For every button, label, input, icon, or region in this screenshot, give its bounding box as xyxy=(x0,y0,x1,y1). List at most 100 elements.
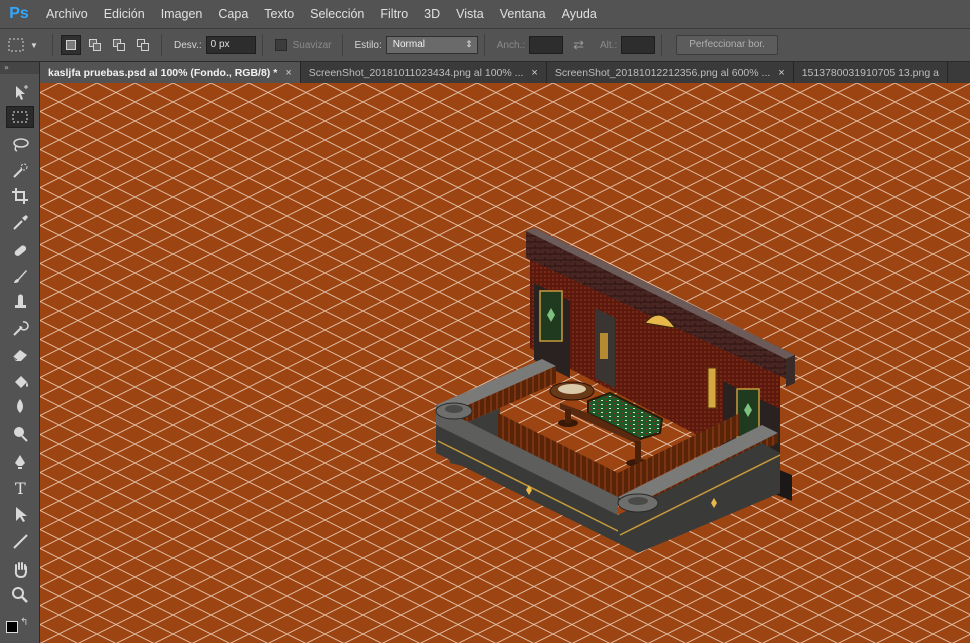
close-icon[interactable]: × xyxy=(285,67,291,79)
separator xyxy=(261,34,263,56)
style-label: Estilo: xyxy=(354,39,382,51)
move-tool[interactable] xyxy=(6,82,34,104)
paint-bucket-tool[interactable] xyxy=(6,371,34,393)
healing-brush-tool[interactable] xyxy=(6,239,34,261)
pen-icon xyxy=(15,455,25,469)
width-input[interactable] xyxy=(529,36,564,54)
height-label: Alt.: xyxy=(600,39,618,51)
document-tab[interactable]: kasljfa pruebas.psd al 100% (Fondo., RGB… xyxy=(40,62,301,83)
menu-item-3d[interactable]: 3D xyxy=(416,0,448,28)
close-icon[interactable]: × xyxy=(531,67,537,79)
crop-tool[interactable] xyxy=(6,185,34,207)
menu-item-ayuda[interactable]: Ayuda xyxy=(554,0,605,28)
intersect-selection-button[interactable] xyxy=(133,35,153,55)
marquee-tool[interactable] xyxy=(6,106,34,128)
separator xyxy=(52,34,53,56)
zoom-tool[interactable] xyxy=(6,584,34,606)
document-tab[interactable]: ScreenShot_20181012212356.png al 600% ..… xyxy=(547,62,794,83)
separator xyxy=(483,34,485,56)
menu-item-capa[interactable]: Capa xyxy=(210,0,256,28)
eraser-tool[interactable] xyxy=(6,343,34,365)
document-tab-label: ScreenShot_20181011023434.png al 100% ..… xyxy=(308,66,524,79)
color-swatches[interactable]: ↰ xyxy=(6,617,30,637)
photoshop-logo: Ps xyxy=(9,5,29,22)
toolbox-collapse-grip[interactable]: » xyxy=(0,62,39,74)
menu-item-filtro[interactable]: Filtro xyxy=(372,0,416,28)
menu-item-vista[interactable]: Vista xyxy=(448,0,492,28)
options-bar: ▼ Desv.: 0 px Suavizar Estilo: Normal An… xyxy=(0,28,970,62)
chevron-down-icon: ▼ xyxy=(30,40,38,50)
separator xyxy=(661,34,663,56)
clone-stamp-icon xyxy=(15,294,26,308)
type-icon: T xyxy=(15,479,26,497)
eyedropper-icon xyxy=(13,215,28,230)
paint-bucket-icon xyxy=(15,376,28,388)
feather-label: Desv.: xyxy=(174,39,202,51)
menu-item-texto[interactable]: Texto xyxy=(256,0,302,28)
history-brush-tool[interactable] xyxy=(6,317,34,339)
document-canvas[interactable] xyxy=(40,83,970,643)
dodge-tool[interactable] xyxy=(6,423,34,445)
isometric-grid xyxy=(40,83,970,643)
type-tool[interactable]: T xyxy=(6,477,34,499)
document-tab-label: ScreenShot_20181012212356.png al 600% ..… xyxy=(554,66,771,79)
menu-bar: Ps Archivo Edición Imagen Capa Texto Selecció… xyxy=(0,0,970,28)
clone-stamp-tool[interactable] xyxy=(6,291,34,313)
lasso-tool[interactable] xyxy=(6,133,34,155)
blur-tool[interactable] xyxy=(6,395,34,417)
hand-icon xyxy=(14,562,27,578)
move-icon xyxy=(16,85,28,100)
eyedropper-tool[interactable] xyxy=(6,211,34,233)
width-label: Anch.: xyxy=(496,39,526,51)
document-tab[interactable]: ScreenShot_20181011023434.png al 100% ..… xyxy=(301,62,547,83)
pen-tool[interactable] xyxy=(6,451,34,473)
brush-icon xyxy=(14,270,27,283)
dodge-icon xyxy=(14,427,28,442)
canvas-artwork xyxy=(40,83,970,643)
document-tab-bar: kasljfa pruebas.psd al 100% (Fondo., RGB… xyxy=(40,62,970,83)
refine-edge-button[interactable]: Perfeccionar bor. xyxy=(676,35,778,55)
svg-text:T: T xyxy=(15,479,26,497)
path-selection-icon xyxy=(16,507,27,522)
blur-icon xyxy=(17,399,23,413)
subtract-from-selection-button[interactable] xyxy=(109,35,129,55)
menu-item-imagen[interactable]: Imagen xyxy=(153,0,211,28)
menu-item-archivo[interactable]: Archivo xyxy=(38,0,96,28)
separator xyxy=(161,34,162,56)
lasso-icon xyxy=(13,138,29,152)
swap-arrows-icon[interactable]: ⇄ xyxy=(573,37,584,53)
hand-tool[interactable] xyxy=(6,558,34,580)
height-input[interactable] xyxy=(621,36,656,54)
add-to-selection-button[interactable] xyxy=(85,35,105,55)
crop-icon xyxy=(12,188,28,204)
swap-colors-icon[interactable]: ↰ xyxy=(20,617,28,628)
path-selection-tool[interactable] xyxy=(6,503,34,525)
document-tab[interactable]: 1513780031910705 13.png a xyxy=(794,62,948,83)
line-icon xyxy=(13,534,28,549)
antialias-label: Suavizar xyxy=(292,39,332,51)
healing-brush-icon xyxy=(14,245,27,256)
line-tool[interactable] xyxy=(6,530,34,552)
quick-selection-tool[interactable] xyxy=(6,160,34,182)
toolbox: » T ↰ xyxy=(0,62,40,643)
eraser-icon xyxy=(12,350,27,361)
marquee-icon xyxy=(12,111,28,123)
close-icon[interactable]: × xyxy=(778,67,784,79)
menu-item-selecci-n[interactable]: Selección xyxy=(302,0,372,28)
menu-item-ventana[interactable]: Ventana xyxy=(492,0,554,28)
separator xyxy=(341,34,343,56)
antialias-checkbox[interactable] xyxy=(274,39,287,51)
menu-item-edici-n[interactable]: Edición xyxy=(96,0,153,28)
brush-tool[interactable] xyxy=(6,265,34,287)
style-select[interactable]: Normal xyxy=(385,36,478,54)
history-brush-icon xyxy=(13,321,29,336)
document-tab-label: kasljfa pruebas.psd al 100% (Fondo., RGB… xyxy=(48,66,278,79)
zoom-icon xyxy=(12,587,28,603)
feather-input[interactable]: 0 px xyxy=(205,36,256,54)
quick-selection-icon xyxy=(13,163,28,178)
new-selection-button[interactable] xyxy=(61,35,81,55)
foreground-color-swatch[interactable] xyxy=(6,621,18,633)
tool-preset-picker[interactable]: ▼ xyxy=(8,38,46,52)
marquee-preset-icon xyxy=(8,38,24,52)
document-tab-label: 1513780031910705 13.png a xyxy=(801,66,939,79)
